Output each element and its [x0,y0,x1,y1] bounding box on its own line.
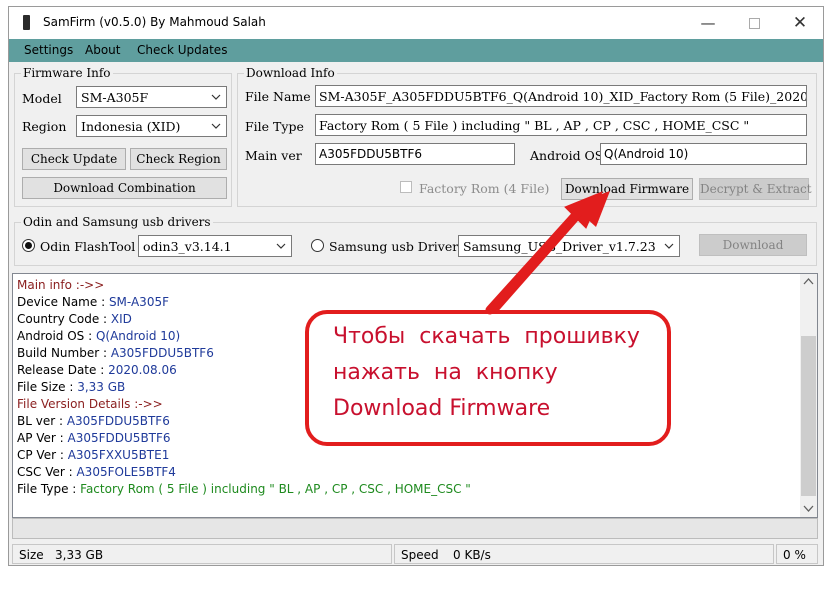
annotation-arrow [485,191,610,315]
